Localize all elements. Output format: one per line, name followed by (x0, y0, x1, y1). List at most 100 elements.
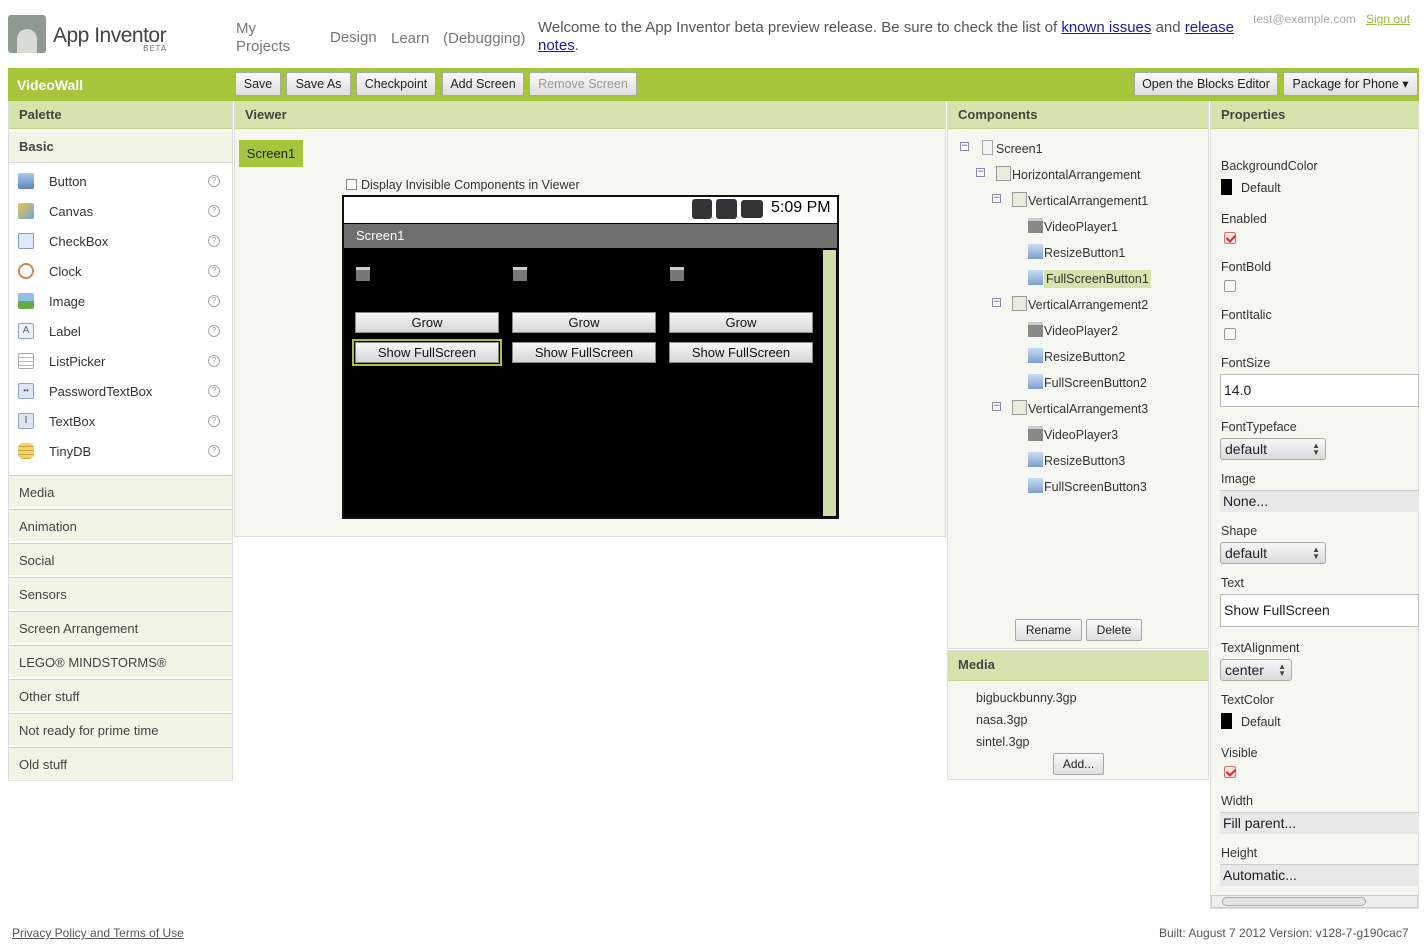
delete-button[interactable]: Delete (1086, 619, 1142, 641)
signal-icon (716, 199, 737, 219)
prop-label-image: Image (1221, 472, 1256, 486)
checkbox-icon[interactable] (346, 179, 357, 190)
button-icon (1028, 270, 1043, 285)
project-name: VideoWall (17, 77, 84, 93)
collapse-toggle[interactable]: − (992, 402, 1001, 411)
help-icon[interactable]: ? (208, 355, 220, 367)
help-icon[interactable]: ? (208, 325, 220, 337)
videoplayer-icon[interactable] (670, 267, 684, 281)
data-connection-icon (692, 199, 712, 219)
help-icon[interactable]: ? (208, 295, 220, 307)
palette-item-canvas[interactable]: Canvas? (18, 202, 223, 222)
image-picker[interactable]: None... (1220, 490, 1419, 512)
media-file[interactable]: sintel.3gp (976, 735, 1030, 749)
fontsize-input[interactable]: 14.0 (1220, 374, 1419, 407)
display-invisible-checkbox[interactable]: Display Invisible Components in Viewer (346, 178, 580, 192)
backgroundcolor-value[interactable]: Default (1241, 181, 1281, 195)
media-file[interactable]: nasa.3gp (976, 713, 1027, 727)
palette-category-media[interactable]: Media (9, 475, 232, 508)
color-swatch[interactable] (1221, 713, 1232, 729)
grow-button[interactable]: Grow (669, 312, 813, 333)
help-icon[interactable]: ? (208, 205, 220, 217)
palette-item-passwordtextbox[interactable]: •• PasswordTextBox? (18, 382, 223, 402)
privacy-link[interactable]: Privacy Policy and Terms of Use (12, 926, 184, 940)
width-picker[interactable]: Fill parent... (1220, 812, 1419, 834)
button-icon (1028, 348, 1043, 363)
signout-link[interactable]: Sign out (1366, 12, 1410, 26)
palette-item-checkbox[interactable]: CheckBox? (18, 232, 223, 252)
button-icon (1028, 478, 1043, 493)
save-as-button[interactable]: Save As (286, 72, 351, 96)
fonttypeface-select[interactable]: default ▲ ▼ (1220, 438, 1326, 460)
add-screen-button[interactable]: Add Screen (442, 72, 524, 96)
palette-item-label[interactable]: A Label? (18, 322, 223, 342)
enabled-checkbox[interactable] (1224, 232, 1236, 244)
horizontal-arrangement-icon (996, 166, 1011, 181)
collapse-toggle[interactable]: − (992, 194, 1001, 203)
known-issues-link[interactable]: known issues (1061, 19, 1151, 36)
shape-select[interactable]: default ▲ ▼ (1220, 542, 1326, 564)
textalignment-select[interactable]: center ▲ ▼ (1220, 659, 1292, 681)
palette-item-textbox[interactable]: I TextBox? (18, 412, 223, 432)
nav-learn[interactable]: Learn (391, 30, 429, 47)
fontbold-checkbox[interactable] (1224, 280, 1236, 292)
fullscreen-button[interactable]: Show FullScreen (352, 339, 502, 366)
nav-debugging[interactable]: (Debugging) (443, 30, 526, 47)
palette-category-not-ready[interactable]: Not ready for prime time (9, 713, 232, 746)
palette-category-old[interactable]: Old stuff (9, 747, 232, 780)
help-icon[interactable]: ? (208, 175, 220, 187)
collapse-toggle[interactable]: − (992, 298, 1001, 307)
fontitalic-checkbox[interactable] (1224, 328, 1236, 340)
remove-screen-button[interactable]: Remove Screen (529, 72, 637, 96)
palette-category-social[interactable]: Social (9, 543, 232, 576)
palette-category-screen-arrangement[interactable]: Screen Arrangement (9, 611, 232, 644)
help-icon[interactable]: ? (208, 415, 220, 427)
components-panel (947, 101, 1209, 649)
text-input[interactable]: Show FullScreen (1220, 594, 1419, 627)
phone-screen-title: Screen1 (344, 224, 837, 248)
videoplayer-icon (1028, 218, 1043, 233)
help-icon[interactable]: ? (208, 235, 220, 247)
welcome-message: Welcome to the App Inventor beta preview… (538, 19, 1234, 54)
open-blocks-editor-button[interactable]: Open the Blocks Editor (1134, 72, 1278, 96)
prop-label-width: Width (1221, 794, 1253, 808)
palette-item-clock[interactable]: Clock? (18, 262, 223, 282)
palette-category-lego[interactable]: LEGO® MINDSTORMS® (9, 645, 232, 678)
nav-design[interactable]: Design (330, 29, 377, 46)
add-media-button[interactable]: Add... (1053, 753, 1104, 775)
label-icon: A (18, 323, 34, 339)
rename-button[interactable]: Rename (1015, 619, 1082, 641)
help-icon[interactable]: ? (208, 445, 220, 457)
fullscreen-button[interactable]: Show FullScreen (512, 342, 656, 363)
media-file[interactable]: bigbuckbunny.3gp (976, 691, 1077, 705)
fullscreen-button[interactable]: Show FullScreen (669, 342, 813, 363)
palette-item-tinydb[interactable]: TinyDB? (18, 442, 223, 462)
textcolor-value[interactable]: Default (1241, 715, 1281, 729)
palette-item-button[interactable]: Button? (18, 172, 223, 192)
videoplayer-icon[interactable] (356, 267, 370, 281)
palette-item-image[interactable]: Image? (18, 292, 223, 312)
vertical-arrangement-icon (1012, 296, 1027, 311)
checkpoint-button[interactable]: Checkpoint (356, 72, 436, 96)
collapse-toggle[interactable]: − (976, 168, 985, 177)
collapse-toggle[interactable]: − (960, 142, 969, 151)
prop-label-visible: Visible (1221, 746, 1258, 760)
height-picker[interactable]: Automatic... (1220, 864, 1419, 886)
scrollbar-thumb[interactable] (1222, 897, 1366, 906)
package-for-phone-button[interactable]: Package for Phone ▾ (1283, 72, 1418, 96)
palette-category-other[interactable]: Other stuff (9, 679, 232, 712)
grow-button[interactable]: Grow (355, 312, 499, 333)
help-icon[interactable]: ? (208, 385, 220, 397)
palette-category-animation[interactable]: Animation (9, 509, 232, 542)
nav-my-projects[interactable]: My Projects (236, 20, 296, 56)
videoplayer-icon[interactable] (513, 267, 527, 281)
save-button[interactable]: Save (235, 72, 281, 96)
help-icon[interactable]: ? (208, 265, 220, 277)
palette-basic-category[interactable]: Basic (9, 131, 232, 163)
palette-item-listpicker[interactable]: ListPicker? (18, 352, 223, 372)
grow-button[interactable]: Grow (512, 312, 656, 333)
color-swatch[interactable] (1221, 179, 1232, 195)
screen1-tab[interactable]: Screen1 (239, 140, 303, 167)
palette-category-sensors[interactable]: Sensors (9, 577, 232, 610)
visible-checkbox[interactable] (1224, 766, 1236, 778)
